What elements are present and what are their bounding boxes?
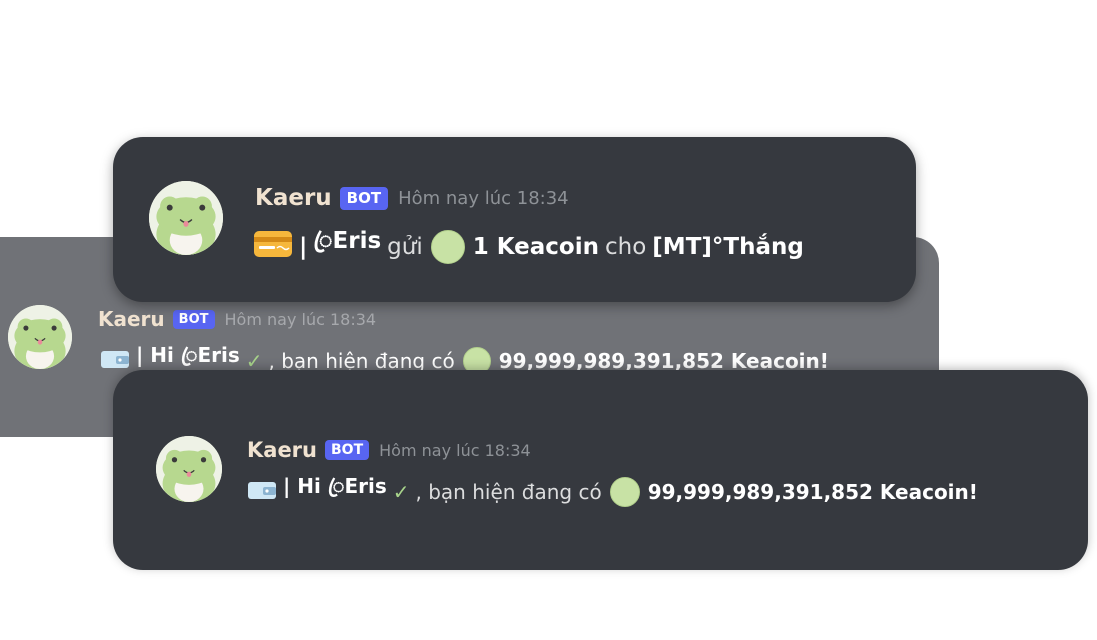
avatar[interactable] bbox=[149, 181, 223, 255]
frog-avatar-icon bbox=[156, 436, 222, 502]
username[interactable]: Kaeru bbox=[98, 307, 165, 331]
wallet-icon bbox=[100, 348, 130, 375]
separator: | bbox=[299, 233, 308, 260]
transfer-amount: 1 Keacoin bbox=[472, 233, 599, 260]
message-content: | ꦿEris gửi 1 Keacoin cho [MT]°Thắng bbox=[253, 223, 804, 270]
bot-badge: BOT bbox=[325, 440, 370, 460]
check-mark-icon: ✓ bbox=[392, 480, 410, 504]
recipient-name: [MT]°Thắng bbox=[652, 233, 804, 260]
message-content: | Hi ꦿEris ✓ , bạn hiện đang có 99,999,9… bbox=[247, 472, 978, 512]
timestamp[interactable]: Hôm nay lúc 18:34 bbox=[225, 310, 377, 329]
bot-badge: BOT bbox=[172, 309, 215, 329]
username[interactable]: Kaeru bbox=[255, 185, 332, 211]
screenshot-stage: Kaeru BOT Hôm nay lúc 18:34 | Hi ꦿEris ✓… bbox=[0, 0, 1097, 640]
message-header: Kaeru BOT Hôm nay lúc 18:34 bbox=[255, 185, 569, 211]
preposition: cho bbox=[605, 233, 647, 260]
avatar[interactable] bbox=[8, 305, 72, 369]
balance-amount: 99,999,989,391,852 Keacoin! bbox=[647, 480, 978, 504]
balance-label: , bạn hiện đang có bbox=[415, 480, 602, 504]
timestamp[interactable]: Hôm nay lúc 18:34 bbox=[379, 441, 531, 460]
timestamp[interactable]: Hôm nay lúc 18:34 bbox=[398, 188, 569, 209]
wallet-icon bbox=[247, 479, 277, 506]
message-header: Kaeru BOT Hôm nay lúc 18:34 bbox=[98, 307, 376, 331]
bot-badge: BOT bbox=[339, 186, 389, 210]
credit-card-icon bbox=[253, 229, 293, 265]
keacoin-icon bbox=[430, 229, 465, 264]
sender-name: ꦿEris bbox=[313, 228, 382, 254]
frog-avatar-icon bbox=[8, 305, 72, 369]
message-card-bottom: Kaeru BOT Hôm nay lúc 18:34 | Hi ꦿEris ✓… bbox=[113, 370, 1088, 570]
message-card-top: Kaeru BOT Hôm nay lúc 18:34 | ꦿEris gửi … bbox=[113, 137, 916, 302]
avatar[interactable] bbox=[156, 436, 222, 502]
send-verb: gửi bbox=[387, 233, 423, 260]
username[interactable]: Kaeru bbox=[247, 438, 317, 462]
message-header: Kaeru BOT Hôm nay lúc 18:34 bbox=[247, 438, 531, 462]
greeting-text: | Hi ꦿEris bbox=[283, 474, 387, 498]
frog-avatar-icon bbox=[149, 181, 223, 255]
keacoin-icon bbox=[609, 477, 640, 507]
